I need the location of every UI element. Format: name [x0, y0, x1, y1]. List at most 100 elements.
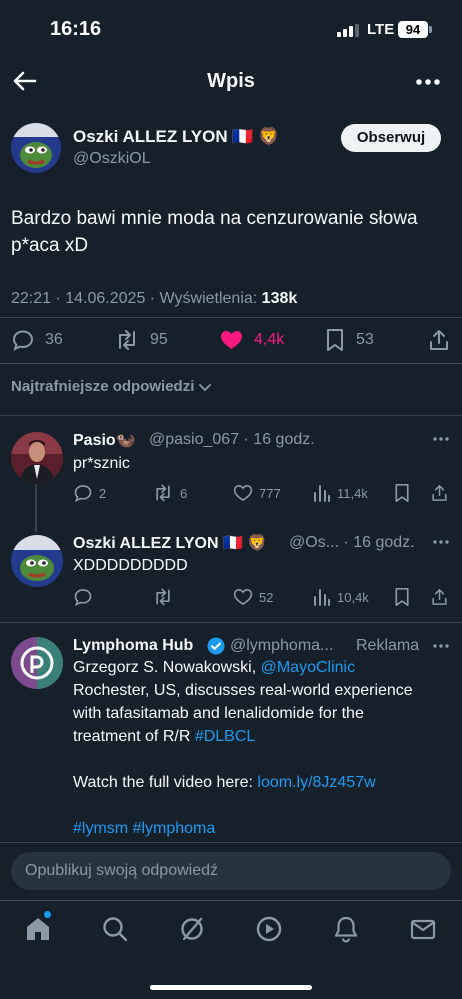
post-views: 138k — [261, 290, 298, 307]
status-time: 16:16 — [50, 18, 102, 40]
ad-handle[interactable]: @lymphoma... — [230, 637, 333, 655]
reply-repost-action[interactable] — [152, 587, 174, 607]
reply-share-action[interactable] — [430, 483, 449, 503]
reply-bookmark-action[interactable] — [393, 587, 411, 607]
heart-icon — [233, 588, 253, 606]
more-button[interactable] — [412, 68, 444, 96]
reply-text: pr*sznic — [73, 455, 130, 472]
bookmark-icon — [327, 329, 343, 351]
like-action[interactable]: 4,4k — [219, 328, 284, 352]
more-horizontal-icon — [416, 79, 440, 85]
network-label: LTE — [367, 21, 395, 38]
heart-filled-icon — [221, 331, 242, 349]
share-action[interactable] — [427, 328, 451, 352]
reply-icon — [74, 485, 92, 503]
reply-repost-count: 6 — [180, 485, 188, 501]
more-horizontal-icon — [433, 644, 449, 648]
author-name[interactable]: Oszki ALLEZ LYON 🇫🇷 🦁 — [73, 127, 279, 147]
nav-messages[interactable] — [409, 915, 437, 943]
bookmark-icon — [395, 484, 409, 502]
verified-badge-icon — [207, 637, 225, 655]
thread-line — [35, 484, 37, 532]
more-horizontal-icon — [433, 437, 449, 441]
signal-icon — [337, 24, 359, 37]
divider — [0, 622, 462, 623]
mail-icon — [410, 919, 436, 940]
ad-text: Grzegorz S. Nowakowski, @MayoClinic Roch… — [73, 656, 433, 840]
reply-like-count: 777 — [259, 485, 281, 501]
reply-handle-time[interactable]: @Os... · 16 godz. — [289, 534, 415, 552]
ad-author-name[interactable]: Lymphoma Hub — [73, 637, 193, 655]
ad-hashtag-link[interactable]: #DLBCL — [195, 728, 255, 745]
battery-tip — [429, 26, 432, 33]
home-icon — [27, 918, 49, 940]
reply-icon — [74, 589, 92, 607]
reply-more-button[interactable] — [432, 538, 450, 546]
ad-avatar[interactable] — [11, 637, 63, 689]
ad-label: Reklama — [356, 637, 420, 654]
author-avatar[interactable] — [11, 123, 61, 173]
bell-icon — [334, 916, 358, 943]
nav-home[interactable] — [24, 915, 52, 943]
ad-more-button[interactable] — [432, 642, 450, 650]
ad-tags-link[interactable]: #lymsm #lymphoma — [73, 820, 215, 837]
nav-search[interactable] — [101, 915, 129, 943]
repost-icon — [119, 330, 135, 350]
reply-repost-action[interactable]: 6 — [152, 483, 187, 503]
reply-input[interactable]: Opublikuj swoją odpowiedź — [11, 852, 451, 890]
reply-like-action[interactable]: 52 — [233, 587, 273, 607]
nav-grok[interactable] — [178, 915, 206, 943]
ad-mention-link[interactable]: @MayoClinic — [261, 659, 355, 676]
post-text: Bardzo bawi mnie moda na cenzurowanie sł… — [11, 208, 418, 256]
ad-text-line1: Grzegorz S. Nowakowski, — [73, 659, 261, 676]
repost-action[interactable]: 95 — [114, 328, 168, 352]
author-handle[interactable]: @OszkiOL — [73, 150, 151, 168]
reply-text: XDDDDDDDDD — [73, 557, 188, 574]
sort-label: Najtrafniejsze odpowiedzi — [11, 378, 195, 395]
reply-count: 36 — [45, 331, 63, 348]
reply-reply-action[interactable] — [73, 587, 93, 607]
home-indicator — [150, 985, 312, 990]
like-count: 4,4k — [254, 331, 285, 348]
heart-icon — [233, 484, 253, 502]
divider — [0, 363, 462, 364]
reply-avatar[interactable] — [11, 535, 63, 587]
reply-view-count: 10,4k — [337, 589, 369, 605]
video-icon — [256, 916, 282, 942]
reply-bookmark-action[interactable] — [393, 483, 411, 503]
reply-share-action[interactable] — [430, 587, 449, 607]
bookmark-action[interactable]: 53 — [324, 328, 374, 352]
views-icon — [314, 485, 330, 502]
share-icon — [432, 589, 447, 605]
repost-icon — [156, 484, 170, 502]
reply-action[interactable]: 36 — [11, 328, 63, 352]
bookmark-icon — [395, 587, 409, 606]
post-timestamp: 22:21 · 14.06.2025 · Wyświetlenia: — [11, 290, 262, 307]
reply-author-name[interactable]: Pasio🦦 — [73, 430, 136, 450]
repost-count: 95 — [150, 331, 168, 348]
reply-handle-time[interactable]: @pasio_067 · 16 godz. — [149, 431, 315, 449]
nav-notifications[interactable] — [332, 915, 360, 943]
grok-icon — [181, 917, 203, 941]
divider — [0, 415, 462, 416]
bookmark-count: 53 — [356, 331, 374, 348]
reply-reply-action[interactable]: 2 — [73, 483, 106, 503]
nav-video[interactable] — [255, 915, 283, 943]
reply-more-button[interactable] — [432, 435, 450, 443]
follow-button[interactable]: Obserwuj — [341, 124, 441, 152]
chevron-down-icon — [199, 383, 212, 391]
battery-icon: 94 — [398, 21, 428, 38]
post-meta: 22:21 · 14.06.2025 · Wyświetlenia: 138k — [11, 290, 297, 308]
reply-views[interactable]: 10,4k — [313, 587, 369, 607]
sort-dropdown[interactable]: Najtrafniejsze odpowiedzi — [11, 378, 212, 395]
reply-avatar[interactable] — [11, 432, 63, 484]
reply-like-count: 52 — [259, 589, 274, 605]
divider — [0, 900, 462, 901]
reply-views[interactable]: 11,4k — [313, 483, 368, 503]
reply-author-name[interactable]: Oszki ALLEZ LYON 🇫🇷 🦁 — [73, 533, 267, 553]
ad-cta-text: Watch the full video here: — [73, 774, 258, 791]
notification-dot — [44, 911, 51, 918]
divider — [0, 842, 462, 843]
reply-like-action[interactable]: 777 — [233, 483, 281, 503]
ad-video-link[interactable]: loom.ly/8Jz457w — [257, 774, 375, 791]
